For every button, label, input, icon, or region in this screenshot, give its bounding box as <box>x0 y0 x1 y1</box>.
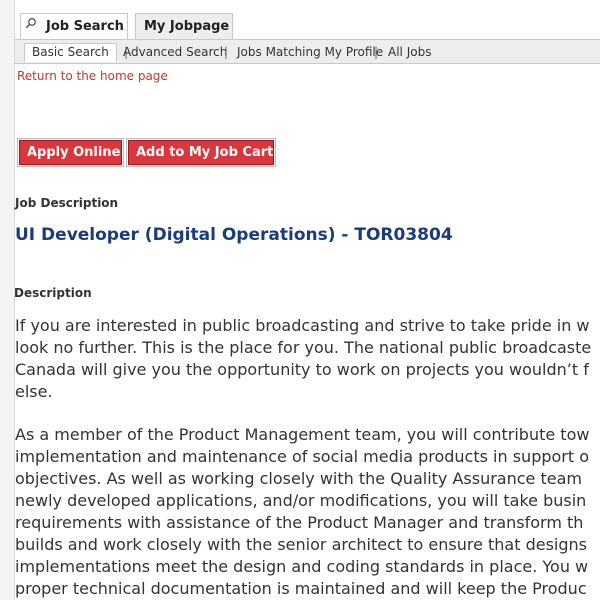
description-heading: Description <box>14 286 92 300</box>
subnav-separator: | <box>374 45 379 59</box>
left-border <box>0 0 15 600</box>
description-line: builds and work closely with the senior … <box>15 535 588 554</box>
description-line: If you are interested in public broadcas… <box>15 316 590 335</box>
add-to-job-cart-button[interactable]: Add to My Job Cart <box>126 138 276 167</box>
description-line: requirements with assistance of the Prod… <box>15 513 584 532</box>
description-line: implementations meet the design and codi… <box>15 557 589 576</box>
search-icon <box>25 18 36 29</box>
tab-label: Job Search <box>46 19 124 34</box>
apply-online-button[interactable]: Apply Online <box>17 138 124 167</box>
description-line: look no further. This is the place for y… <box>15 338 592 357</box>
tab-my-jobpage[interactable]: My Jobpage <box>135 13 233 39</box>
job-title: UI Developer (Digital Operations) - TOR0… <box>15 225 453 245</box>
description-line: else. <box>15 382 53 401</box>
description-line: As a member of the Product Management te… <box>15 425 590 444</box>
job-description-heading: Job Description <box>15 196 119 210</box>
subnav-all-jobs[interactable]: All Jobs <box>388 45 431 59</box>
subnav-jobs-matching-profile[interactable]: Jobs Matching My Profile <box>237 45 383 59</box>
subnav-basic-search[interactable]: Basic Search <box>24 43 117 62</box>
description-line: implementation and maintenance of social… <box>15 447 590 466</box>
return-home-link[interactable]: Return to the home page <box>17 69 168 83</box>
tab-job-search[interactable]: Job Search <box>20 13 128 41</box>
subnav-advanced-search[interactable]: Advanced Search <box>123 45 227 59</box>
description-line: newly developed applications, and/or mod… <box>15 491 587 510</box>
tab-label: My Jobpage <box>144 19 230 34</box>
subnav-separator: | <box>224 45 229 59</box>
description-line: proper technical documentation is mainta… <box>15 579 587 598</box>
search-subnav: Basic Search | Advanced Search | Jobs Ma… <box>15 39 600 64</box>
description-paragraph: If you are interested in public broadcas… <box>15 315 600 403</box>
description-line: Canada will give you the opportunity to … <box>15 360 589 379</box>
description-paragraph: As a member of the Product Management te… <box>15 424 600 600</box>
description-line: objectives. As well as working closely w… <box>15 469 582 488</box>
